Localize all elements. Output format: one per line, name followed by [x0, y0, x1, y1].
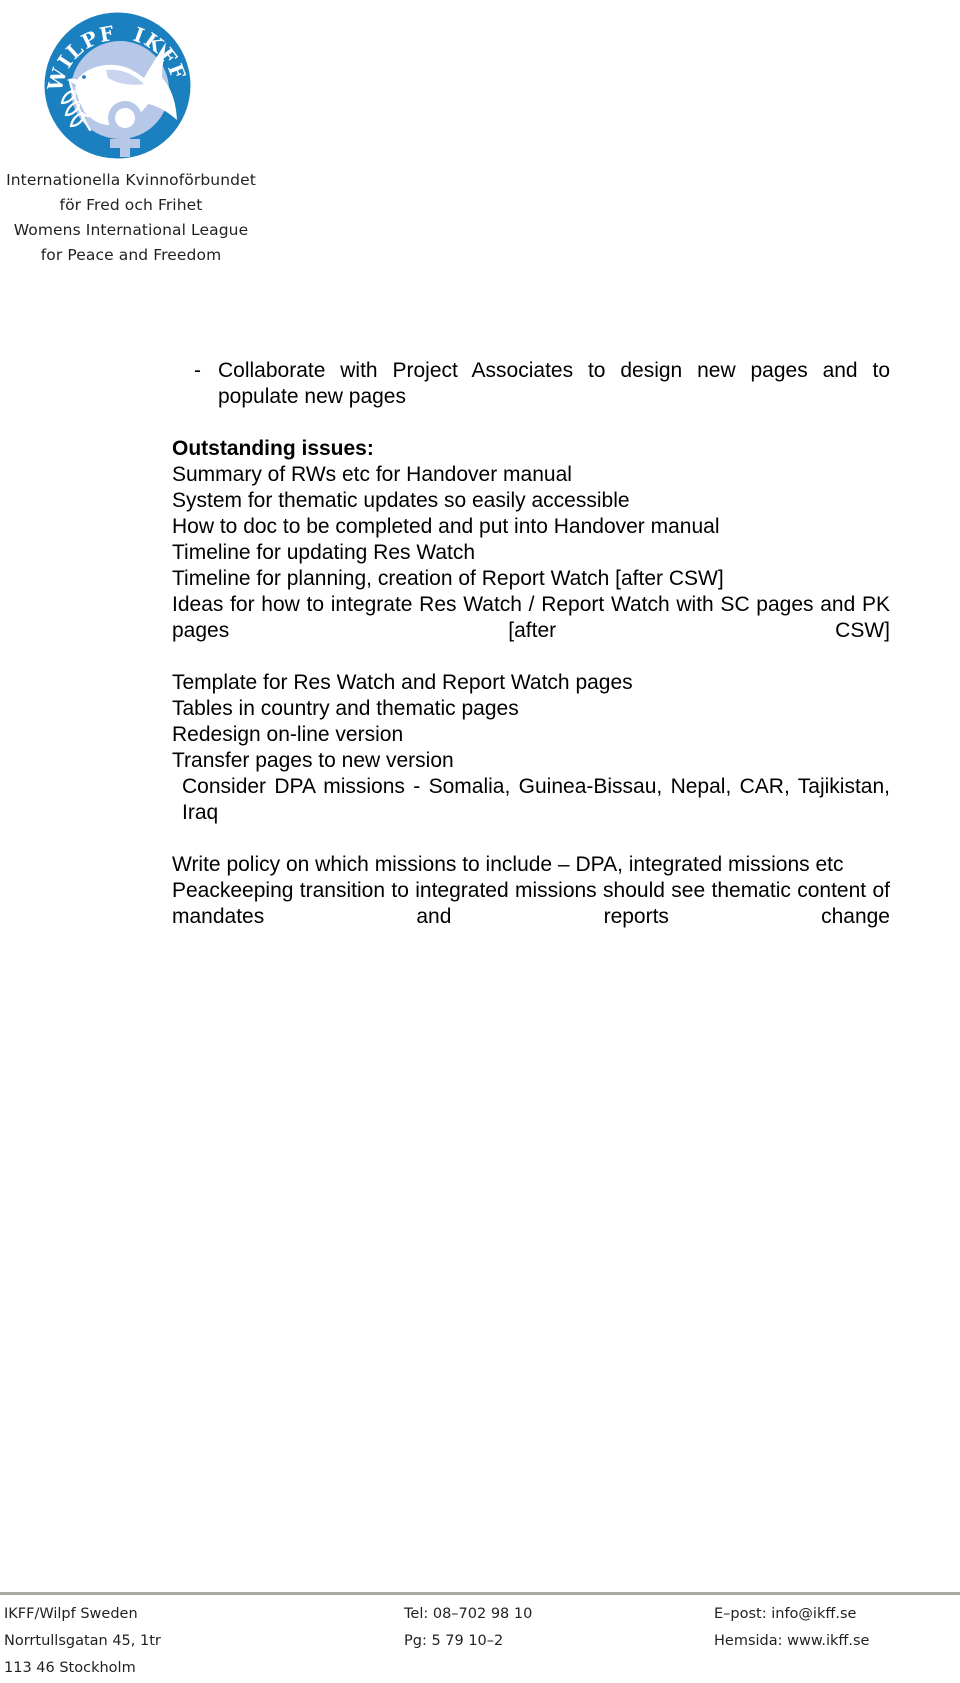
- footer-org-name: IKFF/Wilpf Sweden: [4, 1606, 138, 1622]
- footer-website[interactable]: Hemsida: www.ikff.se: [714, 1628, 869, 1655]
- org-line-2: för Fred och Frihet: [59, 196, 203, 214]
- issue-line: Ideas for how to integrate Res Watch / R…: [172, 593, 890, 642]
- issue-line: Template for Res Watch and Report Watch …: [172, 671, 633, 694]
- org-line-1: Internationella Kvinnoförbundet: [6, 171, 256, 189]
- footer-phone-column: Tel: 08–702 98 10 Pg: 5 79 10–2: [404, 1601, 532, 1655]
- issue-line: Consider DPA missions - Somalia, Guinea-…: [182, 775, 890, 824]
- footer-address-column: IKFF/Wilpf Sweden Norrtullsgatan 45, 1tr…: [4, 1601, 161, 1682]
- issue-line: Tables in country and thematic pages: [172, 697, 519, 720]
- org-line-3: Womens International League: [13, 221, 249, 239]
- footer-telephone: Tel: 08–702 98 10: [404, 1606, 533, 1622]
- bullet-list-item: - Collaborate with Project Associates to…: [172, 358, 890, 410]
- footer-contact-column: E–post: info@ikff.se Hemsida: www.ikff.s…: [714, 1601, 869, 1655]
- issue-line: Timeline for planning, creation of Repor…: [172, 567, 724, 590]
- policy-paragraph: Write policy on which missions to includ…: [172, 853, 844, 876]
- org-line-4: for Peace and Freedom: [40, 246, 222, 264]
- footer-divider: [0, 1592, 960, 1595]
- footer-postgiro: Pg: 5 79 10–2: [404, 1633, 504, 1649]
- issue-line: Summary of RWs etc for Handover manual: [172, 463, 572, 486]
- footer-city: 113 46 Stockholm: [4, 1660, 136, 1676]
- document-body: - Collaborate with Project Associates to…: [172, 358, 890, 956]
- footer-email[interactable]: E–post: info@ikff.se: [714, 1601, 869, 1628]
- document-page: WILPF IKFF Internationella Kvinnoförbund…: [0, 0, 960, 1683]
- issue-line: How to doc to be completed and put into …: [172, 515, 720, 538]
- wilpf-ikff-dove-logo: WILPF IKFF: [40, 8, 195, 163]
- bullet-item-text: Collaborate with Project Associates to d…: [218, 359, 890, 408]
- issue-line: Transfer pages to new version: [172, 749, 454, 772]
- peacekeeping-paragraph: Peackeeping transition to integrated mis…: [172, 879, 890, 928]
- footer: IKFF/Wilpf Sweden Norrtullsgatan 45, 1tr…: [0, 1601, 960, 1683]
- organization-name: Internationella Kvinnoförbundet för Fred…: [0, 168, 262, 268]
- issue-line: Redesign on-line version: [172, 723, 404, 746]
- footer-street: Norrtullsgatan 45, 1tr: [4, 1633, 161, 1649]
- issue-line: Timeline for updating Res Watch: [172, 541, 476, 564]
- outstanding-issues-heading: Outstanding issues:: [172, 437, 374, 460]
- issue-line: System for thematic updates so easily ac…: [172, 489, 630, 512]
- bullet-dash-marker: -: [194, 359, 201, 382]
